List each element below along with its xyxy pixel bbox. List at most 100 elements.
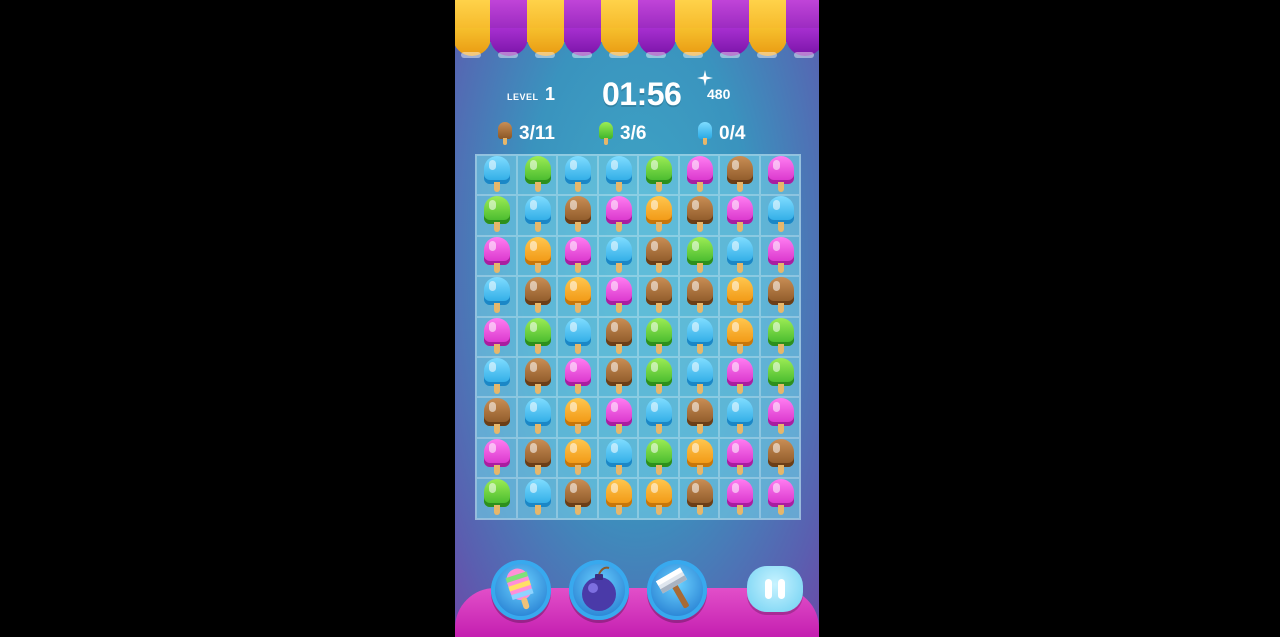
green-popsicle-icon xyxy=(762,316,794,358)
board-cell[interactable] xyxy=(638,437,679,479)
board-cell[interactable] xyxy=(476,357,517,398)
brown-popsicle-icon xyxy=(681,194,713,236)
green-popsicle-icon xyxy=(762,356,794,398)
board-cell[interactable] xyxy=(516,155,557,196)
board-cell[interactable] xyxy=(597,437,638,479)
blue-popsicle-icon xyxy=(600,437,632,479)
board-cell[interactable] xyxy=(516,478,557,519)
board-cell[interactable] xyxy=(638,478,679,519)
board-cell[interactable] xyxy=(557,478,598,519)
board-cell[interactable] xyxy=(476,316,517,358)
board-cell[interactable] xyxy=(759,316,800,358)
green-popsicle-icon xyxy=(640,154,672,196)
board-cell[interactable] xyxy=(638,195,679,236)
board-cell[interactable] xyxy=(678,478,719,519)
board-cell[interactable] xyxy=(678,276,719,317)
board-cell[interactable] xyxy=(638,316,679,358)
pink-popsicle-icon xyxy=(559,235,591,277)
board-cell[interactable] xyxy=(759,437,800,479)
green-popsicle-icon xyxy=(640,316,672,358)
orange-popsicle-icon xyxy=(721,275,753,317)
game-screen: LEVEL 1 01:56 480 3/11 3/6 0/4 xyxy=(455,0,819,637)
board-cell[interactable] xyxy=(719,195,760,236)
board-cell[interactable] xyxy=(759,356,800,398)
board-cell[interactable] xyxy=(476,235,517,277)
board-cell[interactable] xyxy=(597,195,638,236)
board-cell[interactable] xyxy=(638,357,679,398)
board-cell[interactable] xyxy=(759,155,800,196)
brown-popsicle-icon xyxy=(478,396,510,438)
board-cell[interactable] xyxy=(597,478,638,519)
board-cell[interactable] xyxy=(678,155,719,196)
board-cell[interactable] xyxy=(719,478,760,519)
booster-striped-popsicle-button[interactable] xyxy=(491,560,551,620)
board-cell[interactable] xyxy=(476,155,517,196)
board-cell[interactable] xyxy=(476,437,517,479)
board-cell[interactable] xyxy=(678,316,719,357)
board-cell[interactable] xyxy=(476,478,517,519)
board-cell[interactable] xyxy=(557,437,598,479)
pause-button[interactable] xyxy=(747,566,803,612)
board-cell[interactable] xyxy=(557,357,598,398)
board-cell[interactable] xyxy=(516,275,557,317)
booster-hammer-button[interactable] xyxy=(647,560,707,620)
board-cell[interactable] xyxy=(719,437,760,479)
board-cell[interactable] xyxy=(597,155,638,196)
board-cell[interactable] xyxy=(638,397,679,438)
board-cell[interactable] xyxy=(759,235,800,277)
board-cell[interactable] xyxy=(678,437,719,479)
board-cell[interactable] xyxy=(759,275,800,317)
board-cell[interactable] xyxy=(759,396,800,438)
board-cell[interactable] xyxy=(476,195,517,236)
brown-popsicle-icon xyxy=(762,275,794,317)
board-cell[interactable] xyxy=(678,235,719,277)
booster-bomb-button[interactable] xyxy=(569,560,629,620)
board-cell[interactable] xyxy=(678,396,719,438)
board-cell[interactable] xyxy=(557,397,598,438)
board-cell[interactable] xyxy=(476,276,517,317)
timer: 01:56 xyxy=(602,76,682,112)
board-cell[interactable] xyxy=(759,478,800,519)
board-cell[interactable] xyxy=(638,276,679,317)
board-cell[interactable] xyxy=(719,235,760,277)
board-cell[interactable] xyxy=(597,357,638,398)
board-cell[interactable] xyxy=(516,357,557,398)
board-cell[interactable] xyxy=(597,396,638,438)
awning-stripe xyxy=(455,0,491,58)
board-cell[interactable] xyxy=(719,316,760,357)
board-cell[interactable] xyxy=(516,437,557,479)
board-cell[interactable] xyxy=(719,397,760,438)
pink-popsicle-icon xyxy=(478,437,510,479)
brown-popsicle-icon xyxy=(519,275,551,317)
board-cell[interactable] xyxy=(719,155,760,196)
board-cell[interactable] xyxy=(638,154,679,196)
board-cell[interactable] xyxy=(516,397,557,438)
board-cell[interactable] xyxy=(719,357,760,398)
board-cell[interactable] xyxy=(516,195,557,236)
board-cell[interactable] xyxy=(557,155,598,196)
board-cell[interactable] xyxy=(557,316,598,357)
board-cell[interactable] xyxy=(678,357,719,398)
board-cell[interactable] xyxy=(557,195,598,236)
board-cell[interactable] xyxy=(678,194,719,236)
board-cell[interactable] xyxy=(638,235,679,277)
board-cell[interactable] xyxy=(516,235,557,277)
board-cell[interactable] xyxy=(476,396,517,438)
pink-popsicle-icon xyxy=(478,316,510,358)
board-cell[interactable] xyxy=(597,235,638,277)
awning-stripe xyxy=(749,0,787,58)
pink-popsicle-icon xyxy=(600,396,632,438)
board-cell[interactable] xyxy=(557,276,598,317)
board-cell[interactable] xyxy=(516,316,557,357)
board-cell[interactable] xyxy=(719,275,760,317)
sparkle-icon xyxy=(697,70,713,86)
green-popsicle-icon xyxy=(598,121,614,147)
blue-popsicle-icon xyxy=(762,194,794,236)
board-cell[interactable] xyxy=(597,276,638,317)
orange-popsicle-icon xyxy=(519,235,551,277)
brown-popsicle-icon xyxy=(681,396,713,438)
pink-popsicle-icon xyxy=(762,396,794,438)
board-cell[interactable] xyxy=(557,235,598,277)
board-cell[interactable] xyxy=(759,194,800,236)
board-cell[interactable] xyxy=(597,316,638,357)
